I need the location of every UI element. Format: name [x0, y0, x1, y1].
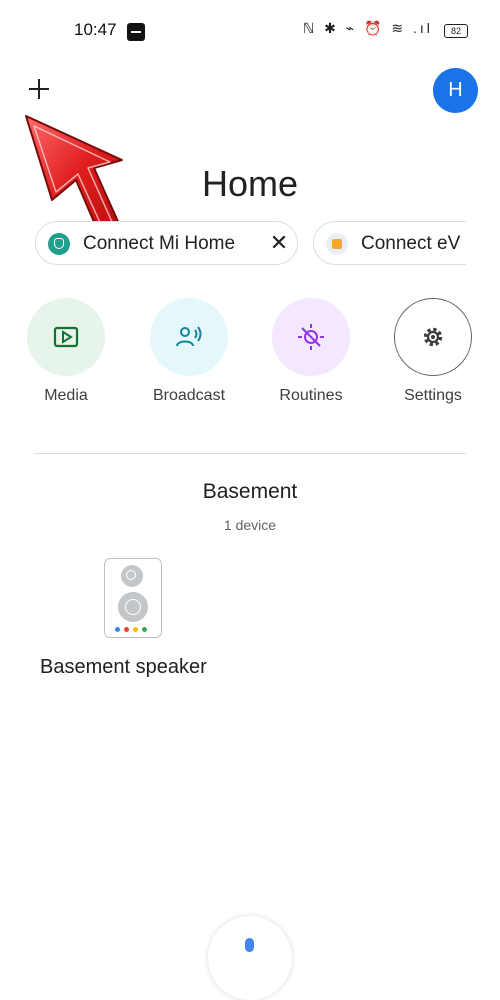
- speaker-device-tile[interactable]: [104, 558, 162, 638]
- chip-label: Connect eV: [361, 233, 461, 254]
- speaker-woofer-icon: [118, 592, 148, 622]
- media-action[interactable]: Media: [16, 298, 116, 405]
- routines-button[interactable]: [272, 298, 350, 376]
- chip-label: Connect Mi Home: [83, 233, 236, 254]
- google-dot-yellow: [133, 627, 138, 632]
- divider: [34, 453, 466, 454]
- mi-home-icon: [48, 233, 70, 255]
- account-avatar[interactable]: H: [433, 68, 478, 113]
- connect-mi-home-chip[interactable]: Connect Mi Home ✕: [35, 221, 298, 265]
- routines-action[interactable]: Routines: [261, 298, 361, 405]
- room-title: Basement: [202, 480, 298, 503]
- status-time: 10:47: [74, 20, 117, 39]
- routines-label: Routines: [279, 387, 343, 404]
- add-button[interactable]: [26, 76, 52, 102]
- broadcast-button[interactable]: [150, 298, 228, 376]
- media-play-icon: [53, 326, 79, 348]
- google-dot-green: [142, 627, 147, 632]
- settings-button[interactable]: [394, 298, 472, 376]
- room-device-count: 1 device: [223, 517, 277, 533]
- assistant-fab[interactable]: [208, 916, 292, 1000]
- settings-action[interactable]: Settings: [383, 298, 483, 405]
- google-dot-red: [124, 627, 129, 632]
- settings-label: Settings: [404, 387, 462, 404]
- chip-scroll-clip: [466, 215, 500, 271]
- broadcast-action[interactable]: Broadcast: [139, 298, 239, 405]
- media-button[interactable]: [27, 298, 105, 376]
- media-label: Media: [44, 387, 88, 404]
- battery-icon: 82: [444, 24, 468, 38]
- notification-app-icon: [127, 23, 145, 41]
- page-title: Home: [201, 163, 299, 204]
- status-bar: 10:47 ℕ ✱ ⌁ ⏰ ≋ .ıl 82: [0, 0, 500, 62]
- gear-icon: [423, 327, 443, 347]
- device-name[interactable]: Basement speaker: [40, 656, 207, 679]
- broadcast-icon: [176, 326, 202, 347]
- mic-icon: [245, 938, 254, 952]
- speaker-tweeter-icon: [121, 565, 143, 587]
- ev-app-icon: [326, 233, 348, 255]
- close-icon[interactable]: ✕: [266, 230, 292, 256]
- routines-icon: [298, 324, 324, 350]
- google-dot-blue: [115, 627, 120, 632]
- broadcast-label: Broadcast: [152, 387, 226, 404]
- status-icons: ℕ ✱ ⌁ ⏰ ≋ .ıl: [303, 20, 433, 36]
